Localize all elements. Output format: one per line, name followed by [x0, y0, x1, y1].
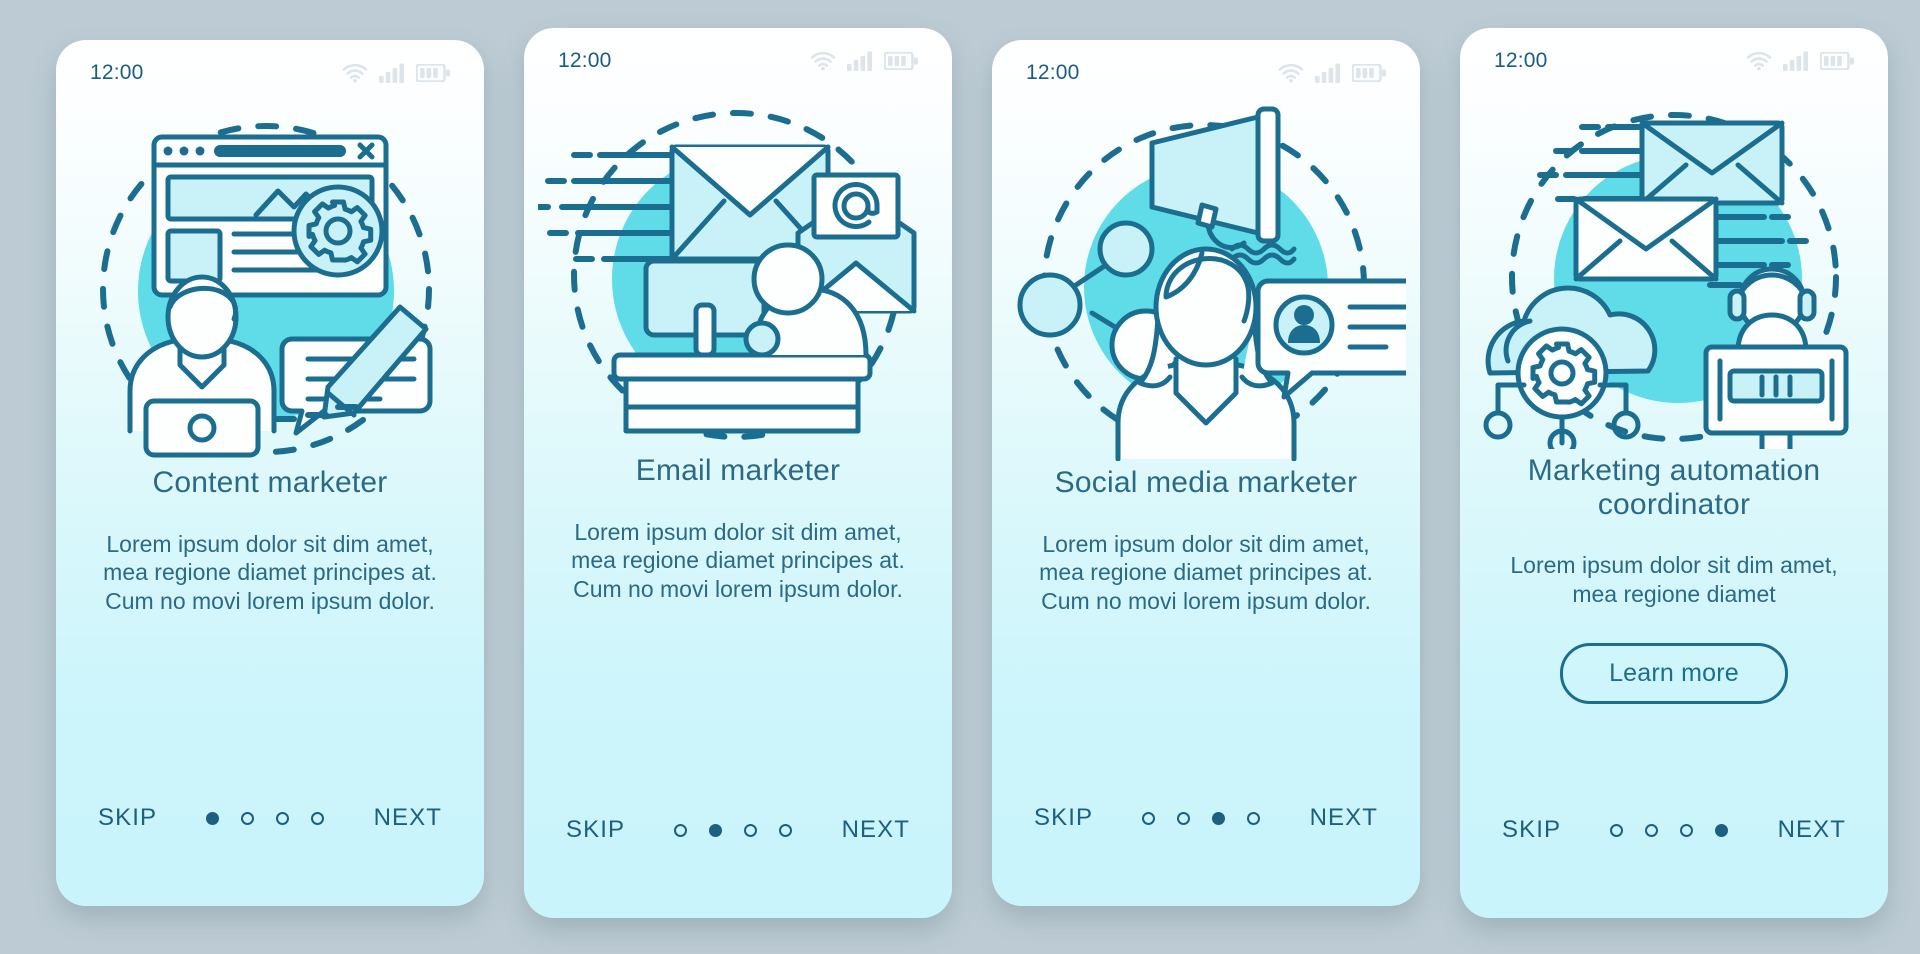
signal-icon — [379, 63, 405, 83]
onboarding-footer: SKIP NEXT — [1460, 816, 1888, 918]
pagination-dot-4[interactable] — [1715, 823, 1729, 837]
pagination-dot-1[interactable] — [674, 823, 688, 837]
learn-more-button[interactable]: Learn more — [1560, 642, 1788, 704]
screen-title: Social media marketer — [1054, 466, 1358, 499]
wifi-icon — [342, 63, 368, 83]
text-block: Email marketer Lorem ipsum dolor sit dim… — [524, 454, 952, 604]
pagination-dot-1[interactable] — [1142, 811, 1156, 825]
screen-title: Marketing automation coordinator — [1527, 454, 1821, 521]
status-bar-icons — [1278, 63, 1386, 83]
pagination-dot-1[interactable] — [206, 811, 220, 825]
onboarding-screens-stage: 12:00 Content marketer Lorem ipsum dolor… — [0, 0, 1920, 954]
status-bar: 12:00 — [992, 40, 1420, 96]
skip-button[interactable]: SKIP — [566, 816, 625, 844]
next-button[interactable]: NEXT — [842, 816, 910, 844]
onboarding-card-marketing-automation-coordinator: 12:00 Marketing automation coordinator L… — [1460, 28, 1888, 918]
illustration-email-marketer — [524, 84, 952, 454]
skip-button[interactable]: SKIP — [1502, 816, 1561, 844]
battery-icon — [1352, 64, 1386, 82]
skip-button[interactable]: SKIP — [1034, 804, 1093, 832]
onboarding-footer: SKIP NEXT — [524, 816, 952, 918]
wifi-icon — [1746, 51, 1772, 71]
pagination-dots — [674, 823, 793, 837]
onboarding-footer: SKIP NEXT — [56, 804, 484, 906]
screen-title: Email marketer — [635, 454, 841, 487]
onboarding-card-email-marketer: 12:00 Email marketer Lorem ipsum dolor s… — [524, 28, 952, 918]
status-bar: 12:00 — [524, 28, 952, 84]
status-bar-icons — [342, 63, 450, 83]
signal-icon — [1315, 63, 1341, 83]
pagination-dot-2[interactable] — [241, 811, 255, 825]
pagination-dot-2[interactable] — [1177, 811, 1191, 825]
status-bar-clock: 12:00 — [90, 61, 144, 84]
illustration-content-marketer — [56, 96, 484, 466]
status-bar: 12:00 — [56, 40, 484, 96]
signal-icon — [847, 51, 873, 71]
pagination-dot-4[interactable] — [1247, 811, 1261, 825]
pagination-dots — [206, 811, 325, 825]
pagination-dot-3[interactable] — [1212, 811, 1226, 825]
next-button[interactable]: NEXT — [374, 804, 442, 832]
learn-more-wrapper: Learn more — [1498, 642, 1850, 704]
pagination-dot-3[interactable] — [744, 823, 758, 837]
onboarding-footer: SKIP NEXT — [992, 804, 1420, 906]
skip-button[interactable]: SKIP — [98, 804, 157, 832]
next-button[interactable]: NEXT — [1310, 804, 1378, 832]
screen-body: Lorem ipsum dolor sit dim amet, mea regi… — [1039, 530, 1373, 615]
status-bar-icons — [810, 51, 918, 71]
signal-icon — [1783, 51, 1809, 71]
text-block: Content marketer Lorem ipsum dolor sit d… — [56, 466, 484, 616]
pagination-dot-4[interactable] — [779, 823, 793, 837]
status-bar-clock: 12:00 — [1026, 61, 1080, 84]
screen-body: Lorem ipsum dolor sit dim amet, mea regi… — [103, 530, 437, 615]
text-block: Marketing automation coordinator Lorem i… — [1460, 454, 1888, 704]
status-bar: 12:00 — [1460, 28, 1888, 84]
pagination-dot-3[interactable] — [1680, 823, 1694, 837]
screen-body: Lorem ipsum dolor sit dim amet, mea regi… — [1510, 552, 1838, 607]
pagination-dot-4[interactable] — [311, 811, 325, 825]
illustration-social-media-marketer — [992, 96, 1420, 466]
pagination-dots — [1142, 811, 1261, 825]
illustration-marketing-automation — [1460, 84, 1888, 454]
battery-icon — [416, 64, 450, 82]
battery-icon — [1820, 52, 1854, 70]
screen-body: Lorem ipsum dolor sit dim amet, mea regi… — [571, 518, 905, 603]
pagination-dots — [1610, 823, 1729, 837]
status-bar-clock: 12:00 — [558, 49, 612, 72]
wifi-icon — [810, 51, 836, 71]
next-button[interactable]: NEXT — [1778, 816, 1846, 844]
onboarding-card-content-marketer: 12:00 Content marketer Lorem ipsum dolor… — [56, 40, 484, 906]
wifi-icon — [1278, 63, 1304, 83]
onboarding-card-social-media-marketer: 12:00 Social media marketer Lorem ipsum … — [992, 40, 1420, 906]
pagination-dot-2[interactable] — [709, 823, 723, 837]
pagination-dot-3[interactable] — [276, 811, 290, 825]
text-block: Social media marketer Lorem ipsum dolor … — [992, 466, 1420, 616]
pagination-dot-1[interactable] — [1610, 823, 1624, 837]
pagination-dot-2[interactable] — [1645, 823, 1659, 837]
status-bar-clock: 12:00 — [1494, 49, 1548, 72]
battery-icon — [884, 52, 918, 70]
status-bar-icons — [1746, 51, 1854, 71]
screen-title: Content marketer — [152, 466, 388, 499]
